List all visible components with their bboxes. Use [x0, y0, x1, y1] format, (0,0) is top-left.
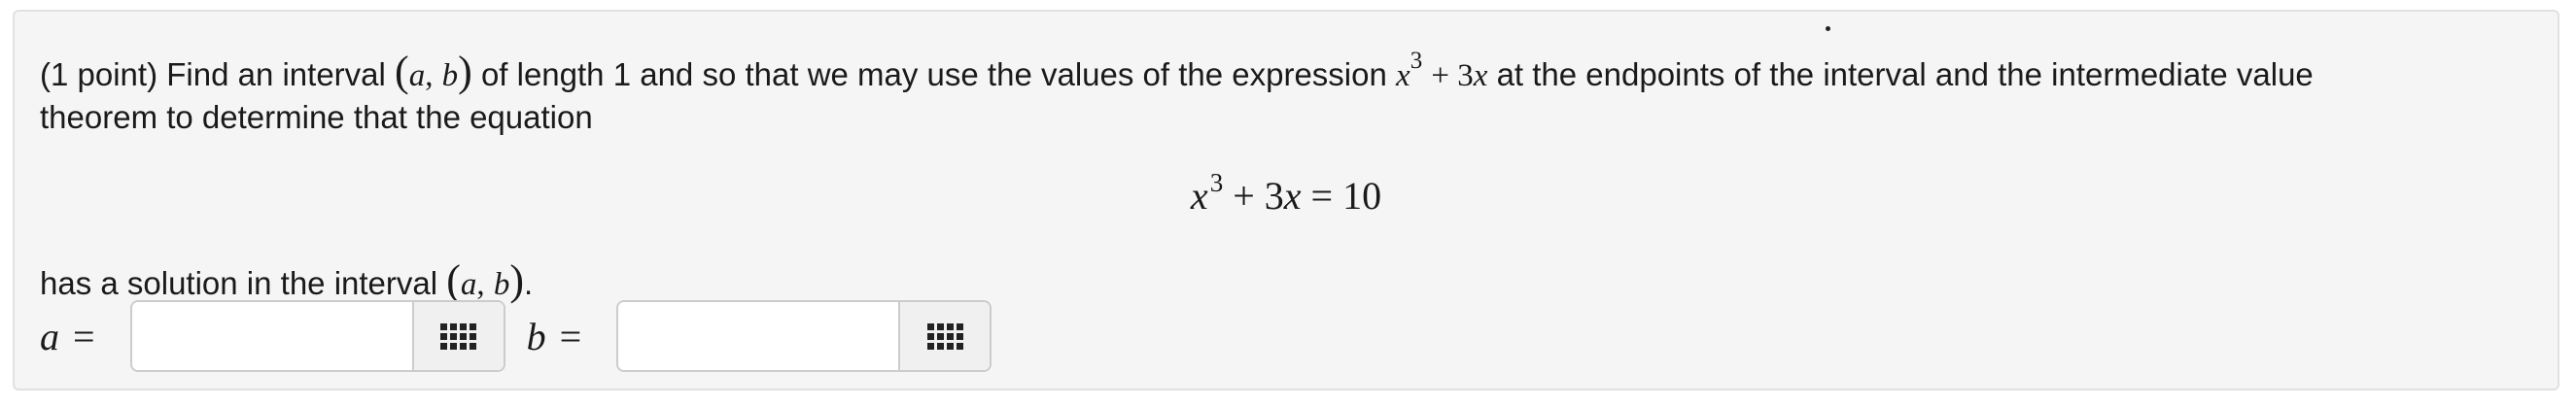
displayed-equation: x3 + 3x = 10	[1190, 168, 1382, 218]
b-answer-group	[616, 300, 992, 372]
points-label: (1 point)	[40, 56, 158, 92]
problem-box: (1 point) Find an interval (a, b) of len…	[13, 10, 2559, 390]
a-answer-group	[129, 300, 505, 372]
a-answer-input[interactable]	[131, 302, 412, 370]
interval-notation: (a, b)	[395, 48, 472, 95]
intro-text: Find an interval	[166, 56, 386, 92]
cursor-dot	[1826, 26, 1830, 31]
b-label: b =	[526, 314, 582, 358]
b-equation-palette-button[interactable]	[898, 302, 991, 370]
b-answer-input[interactable]	[618, 302, 899, 370]
interval-notation-2: (a, b)	[446, 256, 524, 304]
equation-palette-grid-icon	[926, 322, 963, 350]
text-after-expression: at the endpoints of the interval and the…	[1496, 56, 2314, 92]
a-equation-palette-button[interactable]	[411, 302, 504, 370]
expression: x3 + 3x	[1396, 48, 1488, 93]
text-after-interval: of length 1 and so that we may use the v…	[480, 56, 1387, 92]
problem-statement-line-1: (1 point) Find an interval (a, b) of len…	[40, 43, 2314, 100]
answer-row: a = b =	[40, 299, 992, 373]
equation-palette-grid-icon	[440, 322, 477, 350]
a-label: a =	[40, 314, 95, 358]
problem-statement-line-2: theorem to determine that the equation	[40, 99, 593, 135]
